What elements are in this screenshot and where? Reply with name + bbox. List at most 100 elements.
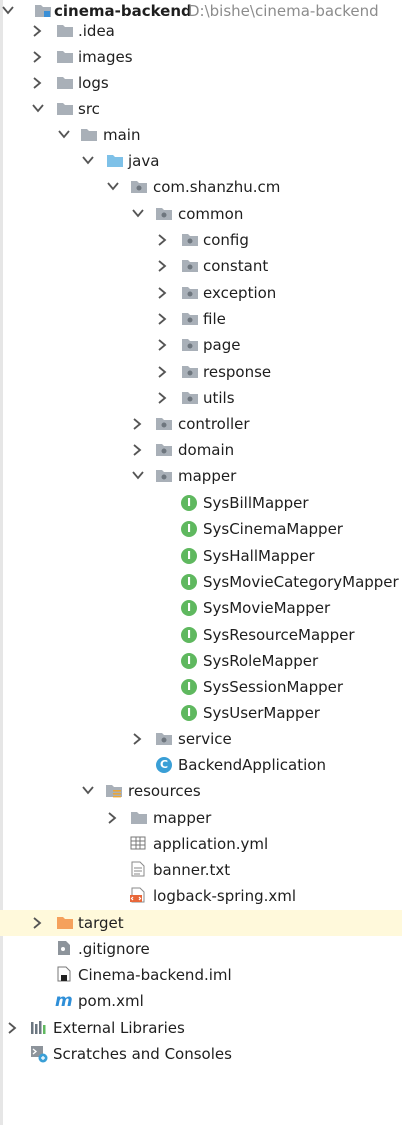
tree-folder-idea[interactable]: .idea [0, 18, 406, 44]
tree-node-label: SysResourceMapper [203, 625, 355, 644]
chevron-down-icon[interactable] [56, 122, 70, 148]
interface-icon: I [180, 704, 198, 722]
tree-package-exception[interactable]: exception [0, 280, 406, 306]
tree-node-label: banner.txt [153, 861, 231, 879]
interface-icon: I [180, 520, 198, 538]
tree-file-iml[interactable]: Cinema-backend.iml [0, 962, 406, 988]
tree-package-domain[interactable]: domain [0, 437, 406, 463]
tree-folder-images[interactable]: images [0, 44, 406, 70]
tree-interface-SysBillMapper[interactable]: I SysBillMapper [0, 490, 406, 516]
tree-folder-resources[interactable]: resources [0, 778, 406, 804]
tree-node-label: SysRoleMapper [203, 651, 319, 670]
chevron-down-icon[interactable] [30, 96, 44, 122]
chevron-right-icon[interactable] [30, 44, 44, 70]
tree-node-label: SysUserMapper [203, 704, 320, 723]
tree-node-label: mapper [153, 809, 212, 827]
tree-node-label: file [203, 309, 226, 328]
tree-node-label: pom.xml [78, 992, 144, 1010]
tree-file-gitignore[interactable]: .gitignore [0, 936, 406, 962]
tree-node-label: .idea [78, 22, 115, 40]
tree-package-service[interactable]: service [0, 726, 406, 752]
chevron-right-icon[interactable] [130, 726, 144, 752]
tree-interface-SysHallMapper[interactable]: I SysHallMapper [0, 543, 406, 569]
tree-node-label: BackendApplication [178, 756, 326, 774]
tree-node-label: mapper [178, 467, 237, 485]
tree-node-label: com.shanzhu.cm [153, 178, 281, 196]
chevron-down-icon[interactable] [105, 174, 119, 200]
tree-file-banner-txt[interactable]: banner.txt [0, 857, 406, 883]
chevron-down-icon[interactable] [130, 201, 144, 227]
tree-package-root[interactable]: com.shanzhu.cm [0, 174, 406, 200]
chevron-down-icon[interactable] [130, 463, 144, 489]
folder-icon [56, 48, 74, 66]
tree-node-label: SysMovieMapper [203, 599, 331, 618]
chevron-right-icon[interactable] [155, 227, 169, 253]
tree-interface-SysResourceMapper[interactable]: I SysResourceMapper [0, 622, 406, 648]
tree-folder-logs[interactable]: logs [0, 70, 406, 96]
tree-folder-resources-mapper[interactable]: mapper [0, 805, 406, 831]
package-icon [181, 363, 199, 381]
tree-interface-SysMovieMapper[interactable]: I SysMovieMapper [0, 595, 406, 621]
tree-package-utils[interactable]: utils [0, 385, 406, 411]
chevron-right-icon[interactable] [130, 437, 144, 463]
chevron-right-icon[interactable] [155, 306, 169, 332]
tree-folder-java[interactable]: java [0, 148, 406, 174]
tree-node-label: java [128, 152, 160, 170]
tree-package-page[interactable]: page [0, 332, 406, 358]
tree-file-application-yml[interactable]: application.yml [0, 831, 406, 857]
tree-package-file[interactable]: file [0, 306, 406, 332]
chevron-right-icon[interactable] [5, 1015, 19, 1041]
tree-node-label: response [203, 362, 272, 381]
chevron-right-icon[interactable] [130, 411, 144, 437]
tree-file-logback-xml[interactable]: logback-spring.xml [0, 883, 406, 909]
tree-package-mapper[interactable]: mapper [0, 463, 406, 489]
tree-node-label: main [103, 126, 141, 144]
chevron-right-icon[interactable] [30, 70, 44, 96]
tree-package-response[interactable]: response [0, 359, 406, 385]
interface-icon: I [180, 599, 198, 617]
chevron-right-icon[interactable] [155, 280, 169, 306]
chevron-right-icon[interactable] [155, 332, 169, 358]
tree-node-label: SysHallMapper [203, 546, 315, 565]
tree-file-pom[interactable]: m pom.xml [0, 988, 406, 1014]
chevron-right-icon[interactable] [105, 805, 119, 831]
chevron-right-icon[interactable] [155, 385, 169, 411]
tree-class-backendapplication[interactable]: C BackendApplication [0, 752, 406, 778]
interface-icon: I [180, 626, 198, 644]
class-icon: C [155, 756, 173, 774]
xml-file-icon [130, 887, 148, 905]
chevron-right-icon[interactable] [155, 253, 169, 279]
tree-node-label: resources [128, 782, 201, 800]
tree-package-controller[interactable]: controller [0, 411, 406, 437]
tree-external-libraries[interactable]: External Libraries [0, 1015, 406, 1041]
tree-package-constant[interactable]: constant [0, 253, 406, 279]
tree-interface-SysMovieCategoryMapper[interactable]: I SysMovieCategoryMapper [0, 569, 406, 595]
chevron-right-icon[interactable] [30, 910, 44, 936]
tree-scratches-consoles[interactable]: Scratches and Consoles [0, 1041, 406, 1067]
folder-icon [56, 22, 74, 40]
chevron-down-icon[interactable] [80, 778, 94, 804]
tree-interface-SysSessionMapper[interactable]: I SysSessionMapper [0, 674, 406, 700]
tree-package-common[interactable]: common [0, 201, 406, 227]
package-icon [181, 257, 199, 275]
tree-interface-SysRoleMapper[interactable]: I SysRoleMapper [0, 648, 406, 674]
tree-interface-SysCinemaMapper[interactable]: I SysCinemaMapper [0, 516, 406, 542]
tree-node-label: application.yml [153, 835, 269, 853]
tree-folder-target[interactable]: target [0, 910, 402, 936]
package-icon [130, 178, 148, 196]
tree-node-label: SysMovieCategoryMapper [203, 572, 399, 591]
chevron-right-icon[interactable] [30, 18, 44, 44]
tree-package-config[interactable]: config [0, 227, 406, 253]
chevron-right-icon[interactable] [155, 359, 169, 385]
folder-icon [56, 74, 74, 92]
maven-icon: m [55, 991, 73, 1011]
tree-interface-SysUserMapper[interactable]: I SysUserMapper [0, 700, 406, 726]
interface-icon: I [180, 652, 198, 670]
tree-node-label: images [78, 48, 133, 66]
tree-folder-src[interactable]: src [0, 96, 406, 122]
source-folder-icon [106, 152, 124, 170]
chevron-down-icon[interactable] [80, 148, 94, 174]
tree-folder-main[interactable]: main [0, 122, 406, 148]
package-icon [155, 467, 173, 485]
folder-icon [80, 126, 98, 144]
